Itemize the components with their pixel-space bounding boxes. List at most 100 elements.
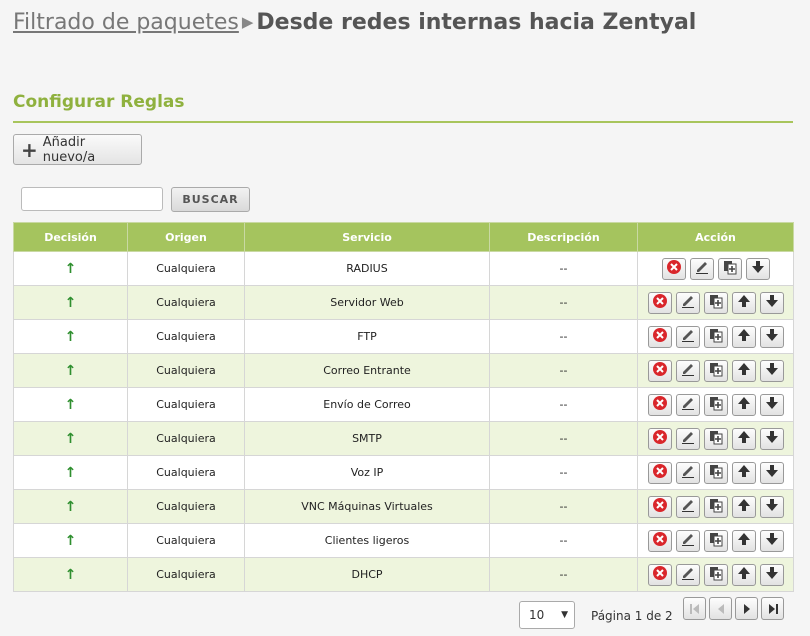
move-down-button[interactable] bbox=[759, 495, 784, 518]
decision-cell: ↑ bbox=[13, 489, 128, 524]
edit-button[interactable] bbox=[675, 427, 700, 450]
move-down-button[interactable] bbox=[759, 427, 784, 450]
service-cell: Servidor Web bbox=[244, 285, 490, 320]
edit-button[interactable] bbox=[675, 359, 700, 382]
breadcrumb-link[interactable]: Filtrado de paquetes bbox=[13, 10, 239, 35]
move-up-button[interactable] bbox=[731, 563, 756, 586]
search-button[interactable]: BUSCAR bbox=[171, 187, 250, 212]
table-row: ↑ Cualquiera Voz IP -- bbox=[13, 455, 794, 490]
description-cell: -- bbox=[489, 285, 638, 320]
delete-button[interactable] bbox=[647, 393, 672, 416]
column-header-origin[interactable]: Origen bbox=[127, 222, 245, 252]
clone-button[interactable] bbox=[703, 461, 728, 484]
column-header-description[interactable]: Descripción bbox=[489, 222, 638, 252]
clone-button[interactable] bbox=[703, 393, 728, 416]
description-cell: -- bbox=[489, 421, 638, 456]
clone-button[interactable] bbox=[703, 495, 728, 518]
delete-button[interactable] bbox=[647, 563, 672, 586]
clone-icon bbox=[722, 259, 738, 278]
move-up-button[interactable] bbox=[731, 291, 756, 314]
clone-icon bbox=[708, 497, 724, 516]
move-down-button[interactable] bbox=[759, 393, 784, 416]
move-down-button[interactable] bbox=[759, 461, 784, 484]
delete-button[interactable] bbox=[647, 529, 672, 552]
move-down-button[interactable] bbox=[745, 257, 770, 280]
row-actions bbox=[638, 461, 793, 484]
move-down-button[interactable] bbox=[759, 529, 784, 552]
plus-icon: + bbox=[21, 137, 38, 162]
table-row: ↑ Cualquiera Clientes ligeros -- bbox=[13, 523, 794, 558]
accept-arrow-icon: ↑ bbox=[64, 532, 77, 549]
edit-button[interactable] bbox=[675, 393, 700, 416]
chevron-down-icon: ▼ bbox=[561, 610, 568, 620]
edit-button[interactable] bbox=[675, 291, 700, 314]
column-header-decision[interactable]: Decisión bbox=[13, 222, 128, 252]
move-up-button[interactable] bbox=[731, 495, 756, 518]
accept-arrow-icon: ↑ bbox=[64, 566, 77, 583]
service-cell: SMTP bbox=[244, 421, 490, 456]
move-down-button[interactable] bbox=[759, 359, 784, 382]
move-up-icon bbox=[736, 565, 752, 584]
move-up-button[interactable] bbox=[731, 393, 756, 416]
delete-icon bbox=[666, 259, 682, 278]
move-up-icon bbox=[736, 293, 752, 312]
clone-button[interactable] bbox=[703, 563, 728, 586]
edit-button[interactable] bbox=[675, 563, 700, 586]
add-new-button[interactable]: + Añadir nuevo/a bbox=[13, 134, 142, 165]
page-size-value: 10 bbox=[529, 608, 545, 622]
page-size-select[interactable]: 10 ▼ bbox=[519, 601, 575, 629]
edit-icon bbox=[680, 395, 696, 414]
move-down-button[interactable] bbox=[759, 563, 784, 586]
last-page-button[interactable] bbox=[761, 597, 784, 620]
move-up-button[interactable] bbox=[731, 461, 756, 484]
move-up-button[interactable] bbox=[731, 359, 756, 382]
clone-button[interactable] bbox=[703, 529, 728, 552]
clone-button[interactable] bbox=[703, 325, 728, 348]
search-input[interactable] bbox=[21, 187, 163, 211]
table-row: ↑ Cualquiera RADIUS -- bbox=[13, 251, 794, 286]
delete-button[interactable] bbox=[661, 257, 686, 280]
move-up-button[interactable] bbox=[731, 325, 756, 348]
move-up-icon bbox=[736, 531, 752, 550]
action-cell bbox=[637, 557, 794, 592]
delete-button[interactable] bbox=[647, 495, 672, 518]
move-down-button[interactable] bbox=[759, 325, 784, 348]
delete-icon bbox=[652, 463, 668, 482]
edit-button[interactable] bbox=[675, 325, 700, 348]
previous-page-button[interactable] bbox=[709, 597, 732, 620]
service-cell: Voz IP bbox=[244, 455, 490, 490]
edit-icon bbox=[680, 463, 696, 482]
decision-cell: ↑ bbox=[13, 353, 128, 388]
delete-button[interactable] bbox=[647, 291, 672, 314]
service-cell: DHCP bbox=[244, 557, 490, 592]
description-cell: -- bbox=[489, 455, 638, 490]
delete-icon bbox=[652, 327, 668, 346]
edit-button[interactable] bbox=[675, 529, 700, 552]
action-cell bbox=[637, 353, 794, 388]
description-cell: -- bbox=[489, 319, 638, 354]
next-page-button[interactable] bbox=[735, 597, 758, 620]
first-page-button[interactable] bbox=[683, 597, 706, 620]
edit-button[interactable] bbox=[689, 257, 714, 280]
clone-button[interactable] bbox=[703, 427, 728, 450]
move-up-button[interactable] bbox=[731, 427, 756, 450]
table-row: ↑ Cualquiera FTP -- bbox=[13, 319, 794, 354]
delete-button[interactable] bbox=[647, 461, 672, 484]
move-up-button[interactable] bbox=[731, 529, 756, 552]
row-actions bbox=[638, 529, 793, 552]
service-cell: RADIUS bbox=[244, 251, 490, 286]
edit-button[interactable] bbox=[675, 495, 700, 518]
column-header-service[interactable]: Servicio bbox=[244, 222, 490, 252]
section-title: Configurar Reglas bbox=[13, 92, 185, 112]
table-row: ↑ Cualquiera Servidor Web -- bbox=[13, 285, 794, 320]
move-down-button[interactable] bbox=[759, 291, 784, 314]
action-cell bbox=[637, 489, 794, 524]
delete-button[interactable] bbox=[647, 359, 672, 382]
clone-button[interactable] bbox=[703, 359, 728, 382]
delete-button[interactable] bbox=[647, 427, 672, 450]
origin-cell: Cualquiera bbox=[127, 387, 245, 422]
edit-button[interactable] bbox=[675, 461, 700, 484]
clone-button[interactable] bbox=[717, 257, 742, 280]
delete-button[interactable] bbox=[647, 325, 672, 348]
clone-button[interactable] bbox=[703, 291, 728, 314]
